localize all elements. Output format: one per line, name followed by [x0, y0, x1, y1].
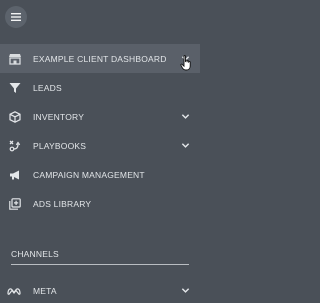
- chevron-down-icon[interactable]: [181, 112, 190, 121]
- sidebar-item-playbooks[interactable]: PLAYBOOKS: [0, 131, 200, 160]
- sidebar-item-inventory[interactable]: INVENTORY: [0, 102, 200, 131]
- cube-icon: [9, 110, 21, 123]
- sidebar-item-campaign-management[interactable]: CAMPAIGN MANAGEMENT: [0, 160, 200, 189]
- sidebar-item-leads[interactable]: LEADS: [0, 73, 200, 102]
- filter-icon: [9, 82, 21, 94]
- section-divider: [11, 264, 189, 265]
- sidebar-item-ads-library[interactable]: ADS LIBRARY: [0, 189, 200, 218]
- chevron-down-icon[interactable]: [181, 286, 190, 295]
- meta-icon: [7, 285, 21, 297]
- chevron-down-icon[interactable]: [181, 141, 190, 150]
- sidebar-item-label: CAMPAIGN MANAGEMENT: [33, 169, 145, 180]
- sidebar-item-label: LEADS: [33, 82, 62, 93]
- hand-cursor-icon: [180, 55, 191, 71]
- channels-section-header: CHANNELS: [11, 249, 59, 259]
- library-icon: [9, 197, 21, 210]
- top-bar: [0, 0, 200, 40]
- menu-toggle-button[interactable]: [5, 6, 27, 28]
- sidebar-item-label: ADS LIBRARY: [33, 198, 92, 209]
- store-icon: [9, 53, 21, 65]
- megaphone-icon: [9, 169, 21, 181]
- sidebar-item-label: PLAYBOOKS: [33, 140, 87, 151]
- sidebar-item-label: EXAMPLE CLIENT DASHBOARD: [33, 53, 167, 64]
- sidebar-item-label: INVENTORY: [33, 111, 85, 122]
- sidebar-nav: EXAMPLE CLIENT DASHBOARD LEADS INVENTORY…: [0, 44, 200, 218]
- hamburger-icon: [11, 13, 21, 21]
- sidebar-item-dashboard[interactable]: EXAMPLE CLIENT DASHBOARD: [0, 44, 200, 73]
- sidebar-item-meta[interactable]: META: [0, 279, 200, 303]
- strategy-icon: [9, 140, 21, 152]
